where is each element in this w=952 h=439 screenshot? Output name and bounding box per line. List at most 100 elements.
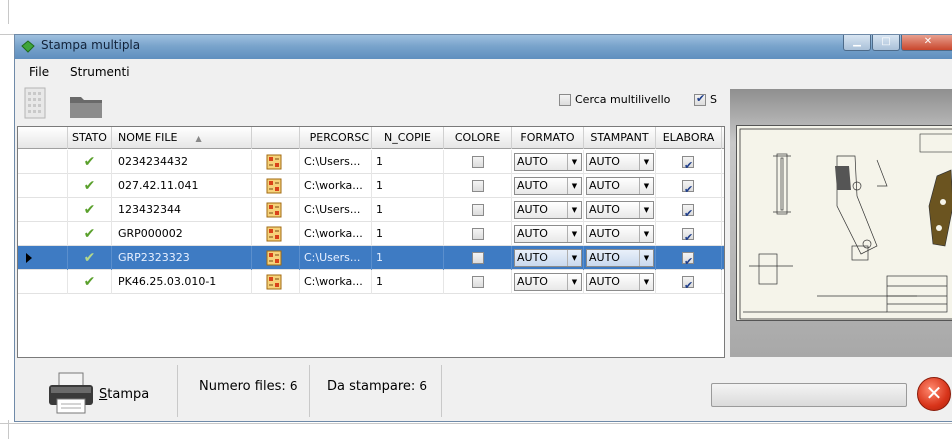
color-checkbox[interactable]	[472, 228, 484, 240]
chevron-down-icon: ▼	[567, 226, 581, 242]
table-row[interactable]: ✔ GRP000002 C:\worka... 1 AUTO ▼ AUTO ▼	[18, 222, 724, 246]
process-checkbox[interactable]	[682, 154, 694, 174]
menu-file[interactable]: File	[29, 65, 49, 79]
close-icon: ✕	[923, 36, 933, 47]
printer-value: AUTO	[589, 251, 620, 264]
printer-select[interactable]: AUTO ▼	[586, 201, 654, 219]
process-checkbox[interactable]	[682, 202, 694, 222]
header-stampante[interactable]: STAMPANT	[584, 127, 656, 149]
format-select[interactable]: AUTO ▼	[514, 249, 582, 267]
header-stato[interactable]: STATO	[68, 127, 112, 149]
row-selector[interactable]	[18, 246, 68, 270]
printer-select[interactable]: AUTO ▼	[586, 273, 654, 291]
chevron-down-icon: ▼	[639, 274, 653, 290]
chevron-down-icon: ▼	[567, 154, 581, 170]
file-path-cell[interactable]: C:\worka...	[300, 174, 372, 198]
second-option-checkbox[interactable]	[694, 92, 706, 106]
color-checkbox[interactable]	[472, 276, 484, 288]
copies-cell[interactable]: 1	[372, 246, 444, 270]
printer-cell: AUTO ▼	[584, 150, 656, 174]
drawing-file-icon	[266, 274, 282, 290]
format-value: AUTO	[517, 179, 548, 192]
file-name-cell[interactable]: 123432344	[112, 198, 252, 222]
table-row[interactable]: ✔ PK46.25.03.010-1 C:\worka... 1 AUTO ▼ AUTO ▼	[18, 270, 724, 294]
process-checkbox[interactable]	[682, 226, 694, 246]
header-colore[interactable]: COLORE	[444, 127, 512, 149]
second-option[interactable]: S	[694, 92, 717, 106]
format-select[interactable]: AUTO ▼	[514, 225, 582, 243]
document-list-icon[interactable]	[23, 87, 47, 119]
row-selector[interactable]	[18, 270, 68, 294]
chevron-down-icon: ▼	[639, 178, 653, 194]
table-row[interactable]: ✔ 0234234432 C:\Users... 1 AUTO ▼ AUTO ▼	[18, 150, 724, 174]
format-select[interactable]: AUTO ▼	[514, 177, 582, 195]
window-title: Stampa multipla	[41, 38, 141, 52]
format-cell: AUTO ▼	[512, 270, 584, 294]
file-path-cell[interactable]: C:\worka...	[300, 222, 372, 246]
menu-strumenti[interactable]: Strumenti	[70, 65, 130, 79]
printer-select[interactable]: AUTO ▼	[586, 177, 654, 195]
file-name-cell[interactable]: GRP000002	[112, 222, 252, 246]
file-name-cell[interactable]: GRP2323323	[112, 246, 252, 270]
maximize-button[interactable]: □	[872, 35, 900, 51]
table-row[interactable]: ✔ 027.42.11.041 C:\worka... 1 AUTO ▼ AUTO ▼	[18, 174, 724, 198]
copies-cell[interactable]: 1	[372, 198, 444, 222]
format-select[interactable]: AUTO ▼	[514, 201, 582, 219]
process-checkbox[interactable]	[682, 274, 694, 294]
header-elabora[interactable]: ELABORA	[656, 127, 722, 149]
cerca-multilivello-option[interactable]: Cerca multilivello	[559, 93, 670, 106]
header-percorso[interactable]: PERCORSC	[300, 127, 372, 149]
process-cell	[656, 270, 722, 294]
file-path-cell[interactable]: C:\Users...	[300, 246, 372, 270]
row-selector[interactable]	[18, 150, 68, 174]
copies-cell[interactable]: 1	[372, 150, 444, 174]
copies-cell[interactable]: 1	[372, 270, 444, 294]
cerca-multilivello-checkbox[interactable]	[559, 93, 571, 106]
cancel-button[interactable]: ✕	[917, 377, 951, 411]
print-button[interactable]: Stampa	[43, 367, 183, 417]
printer-cell: AUTO ▼	[584, 174, 656, 198]
copies-cell[interactable]: 1	[372, 174, 444, 198]
table-row[interactable]: ✔ GRP2323323 C:\Users... 1 AUTO ▼ AUTO ▼	[18, 246, 724, 270]
color-checkbox[interactable]	[472, 252, 484, 264]
file-name-cell[interactable]: PK46.25.03.010-1	[112, 270, 252, 294]
row-selector[interactable]	[18, 198, 68, 222]
title-bar[interactable]: Stampa multipla ▁ □ ✕	[15, 35, 952, 59]
format-cell: AUTO ▼	[512, 174, 584, 198]
process-checkbox[interactable]	[682, 250, 694, 270]
file-path-cell[interactable]: C:\Users...	[300, 150, 372, 174]
printer-select[interactable]: AUTO ▼	[586, 249, 654, 267]
color-checkbox[interactable]	[472, 180, 484, 192]
color-checkbox[interactable]	[472, 204, 484, 216]
close-button[interactable]: ✕	[901, 35, 952, 51]
file-path-cell[interactable]: C:\worka...	[300, 270, 372, 294]
minimize-button[interactable]: ▁	[843, 35, 871, 51]
cancel-icon: ✕	[925, 381, 943, 405]
row-selector[interactable]	[18, 174, 68, 198]
folder-icon[interactable]	[69, 93, 103, 119]
printer-cell: AUTO ▼	[584, 270, 656, 294]
header-nome-file[interactable]: NOME FILE ▲	[112, 127, 252, 149]
row-selector[interactable]	[18, 222, 68, 246]
file-name-cell[interactable]: 027.42.11.041	[112, 174, 252, 198]
format-select[interactable]: AUTO ▼	[514, 273, 582, 291]
header-row-selector	[18, 127, 68, 149]
print-label: Stampa	[99, 387, 149, 402]
header-n-copie[interactable]: N_COPIE	[372, 127, 444, 149]
process-cell	[656, 174, 722, 198]
chevron-down-icon: ▼	[567, 274, 581, 290]
to-print-count-label: Da stampare: 6	[327, 379, 427, 394]
table-row[interactable]: ✔ 123432344 C:\Users... 1 AUTO ▼ AUTO ▼	[18, 198, 724, 222]
second-option-label: S	[710, 93, 717, 106]
color-checkbox[interactable]	[472, 156, 484, 168]
drawing-file-icon	[266, 226, 282, 242]
file-path-cell[interactable]: C:\Users...	[300, 198, 372, 222]
file-name-cell[interactable]: 0234234432	[112, 150, 252, 174]
format-select[interactable]: AUTO ▼	[514, 153, 582, 171]
process-checkbox[interactable]	[682, 178, 694, 198]
to-print-label: Da stampare:	[327, 379, 416, 394]
copies-cell[interactable]: 1	[372, 222, 444, 246]
printer-select[interactable]: AUTO ▼	[586, 225, 654, 243]
printer-select[interactable]: AUTO ▼	[586, 153, 654, 171]
header-formato[interactable]: FORMATO	[512, 127, 584, 149]
